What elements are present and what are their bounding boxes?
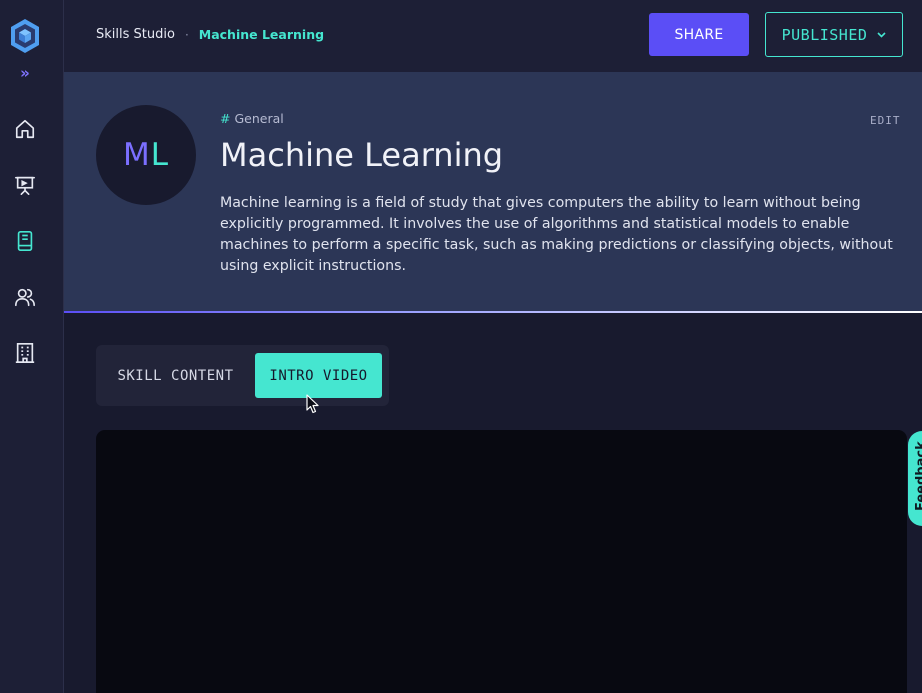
mouse-cursor-icon — [306, 394, 319, 414]
publish-status-dropdown[interactable]: PUBLISHED — [765, 12, 903, 57]
top-bar: Skills Studio · Machine Learning SHARE P… — [64, 0, 922, 72]
tab-intro-video[interactable]: INTRO VIDEO — [255, 353, 382, 398]
hash-icon: # — [220, 111, 231, 126]
avatar-initial-first: M — [122, 137, 151, 173]
home-icon — [15, 119, 35, 139]
skill-description: Machine learning is a field of study tha… — [220, 195, 893, 274]
share-button[interactable]: SHARE — [649, 13, 749, 56]
presentation-icon — [15, 176, 35, 195]
skill-avatar: ML — [96, 105, 196, 205]
breadcrumb-current: Machine Learning — [198, 27, 325, 42]
app-logo-icon[interactable] — [9, 18, 41, 54]
skill-category: # General — [220, 111, 284, 126]
users-icon — [15, 288, 35, 307]
breadcrumb: Skills Studio · Machine Learning — [96, 27, 324, 42]
sidebar-item-home[interactable] — [12, 116, 38, 142]
page-title: Machine Learning — [220, 136, 504, 174]
sidebar: » — [0, 0, 64, 693]
edit-button[interactable]: EDIT — [870, 114, 901, 127]
tab-skill-content[interactable]: SKILL CONTENT — [104, 353, 247, 398]
building-icon — [15, 343, 35, 363]
sidebar-item-skills[interactable] — [12, 228, 38, 254]
book-icon — [17, 231, 33, 251]
avatar-initial-second: L — [150, 137, 170, 173]
skill-category-label: General — [234, 111, 284, 126]
sidebar-item-organizations[interactable] — [12, 340, 38, 366]
publish-status-label: PUBLISHED — [781, 25, 868, 44]
expand-sidebar-icon[interactable]: » — [16, 64, 34, 82]
sidebar-item-users[interactable] — [12, 284, 38, 310]
skill-header: ML # General EDIT Machine Learning Machin… — [64, 72, 922, 311]
sidebar-item-presentations[interactable] — [12, 172, 38, 198]
feedback-label: Feedback — [914, 441, 922, 511]
breadcrumb-root-link[interactable]: Skills Studio — [96, 27, 175, 42]
feedback-tab[interactable]: Feedback — [908, 431, 922, 526]
share-button-label: SHARE — [674, 26, 724, 43]
content-tabs: SKILL CONTENT INTRO VIDEO — [96, 345, 389, 406]
main-content: SKILL CONTENT INTRO VIDEO Feedback — [64, 313, 922, 693]
intro-video-player[interactable] — [96, 430, 907, 693]
chevron-down-icon — [877, 28, 886, 41]
breadcrumb-separator: · — [184, 27, 189, 42]
